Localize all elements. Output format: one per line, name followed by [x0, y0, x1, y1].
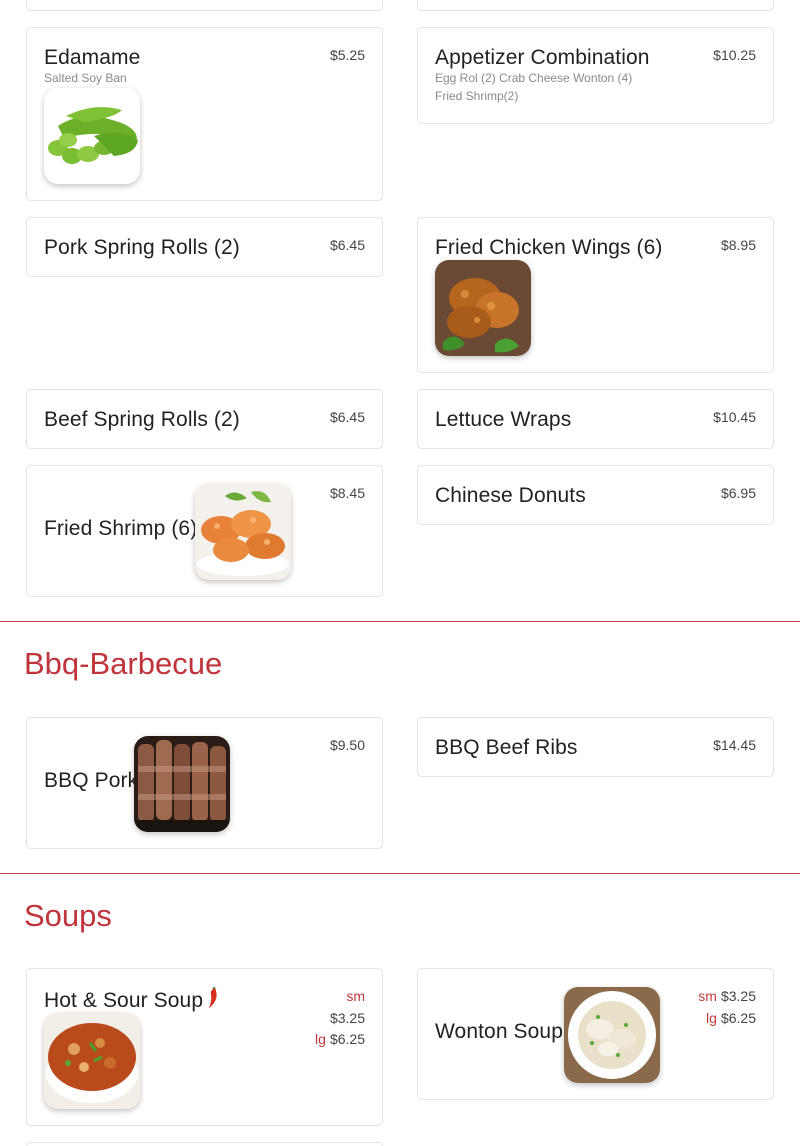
size-label-sm: sm: [698, 988, 717, 1004]
menu-item-bbq-beef-ribs[interactable]: BBQ Beef Ribs $14.45: [417, 717, 774, 777]
section-title-soups: Soups: [24, 898, 112, 933]
menu-item-pork-spring-rolls[interactable]: Pork Spring Rolls (2) $6.45: [26, 217, 383, 277]
item-price-lg: lg $6.25: [315, 1031, 365, 1047]
item-price: $10.45: [713, 409, 756, 425]
edamame-photo[interactable]: [44, 88, 140, 184]
item-price: $8.45: [329, 485, 365, 501]
menu-item-beef-spring-rolls[interactable]: Beef Spring Rolls (2) $6.45: [26, 389, 383, 449]
item-name: Pork Spring Rolls (2): [44, 236, 240, 259]
menu-item-bbq-pork[interactable]: BBQ Pork $9.50: [26, 717, 383, 849]
item-name: BBQ Pork: [44, 769, 139, 792]
menu-item-wonton-soup[interactable]: Wonton Soup sm $3.25 lg $6.25: [417, 968, 774, 1100]
menu-item-chinese-donuts[interactable]: Chinese Donuts $6.95: [417, 465, 774, 525]
item-price: $5.25: [329, 47, 365, 63]
item-name: Wonton Soup: [435, 1020, 563, 1043]
size-label-lg: lg: [706, 1010, 717, 1026]
menu-item-card-partial[interactable]: [417, 0, 774, 11]
menu-item-lettuce-wraps[interactable]: Lettuce Wraps $10.45: [417, 389, 774, 449]
size-label-sm: sm: [346, 988, 365, 1004]
item-name: Edamame: [44, 46, 141, 69]
item-price: $6.95: [720, 485, 756, 501]
item-price-sm: $3.25: [329, 1010, 365, 1026]
menu-item-card-partial[interactable]: [26, 0, 383, 11]
chicken-wings-photo[interactable]: [435, 260, 531, 356]
item-description: Salted Soy Ban: [44, 71, 127, 85]
item-price: $10.25: [713, 47, 756, 63]
section-divider: [0, 873, 800, 874]
menu-item-fried-shrimp[interactable]: Fried Shrimp (6) $8.45: [26, 465, 383, 597]
item-name: Lettuce Wraps: [435, 408, 572, 431]
menu-item-fried-chicken-wings[interactable]: Fried Chicken Wings (6) $8.95: [417, 217, 774, 373]
menu-item-hot-sour-soup[interactable]: Hot & Sour Soup sm $3.25 lg $6.25: [26, 968, 383, 1126]
chili-pepper-icon: [207, 986, 219, 1015]
item-description: Fried Shrimp(2): [435, 89, 519, 103]
item-price: $14.45: [713, 737, 756, 753]
section-divider: [0, 621, 800, 622]
bbq-pork-photo[interactable]: [134, 736, 230, 832]
size-label-lg: lg: [315, 1031, 326, 1047]
section-title-bbq: Bbq-Barbecue: [24, 646, 223, 681]
item-price: $8.95: [720, 237, 756, 253]
item-description: Egg Rol (2) Crab Cheese Wonton (4): [435, 71, 633, 85]
item-price-sm: sm $3.25: [698, 988, 756, 1004]
item-price-lg: lg $6.25: [706, 1010, 756, 1026]
item-name: BBQ Beef Ribs: [435, 736, 578, 759]
item-price: $6.45: [329, 409, 365, 425]
item-name: Beef Spring Rolls (2): [44, 408, 240, 431]
item-price: $9.50: [329, 737, 365, 753]
price-value: $6.25: [329, 1031, 365, 1047]
menu-item-appetizer-combination[interactable]: Appetizer Combination $10.25 Egg Rol (2)…: [417, 27, 774, 124]
menu-item-edamame[interactable]: Edamame $5.25 Salted Soy Ban: [26, 27, 383, 201]
price-value: $3.25: [720, 988, 756, 1004]
hot-sour-soup-photo[interactable]: [44, 1013, 140, 1109]
item-price: $6.45: [329, 237, 365, 253]
item-name: Chinese Donuts: [435, 484, 586, 507]
fried-shrimp-photo[interactable]: [195, 484, 291, 580]
item-name: Fried Shrimp (6): [44, 517, 198, 540]
item-name: Hot & Sour Soup: [44, 986, 219, 1015]
item-name-text: Hot & Sour Soup: [44, 989, 204, 1012]
item-name: Appetizer Combination: [435, 46, 650, 69]
menu-item-card-partial[interactable]: [26, 1142, 383, 1146]
wonton-soup-photo[interactable]: [564, 987, 660, 1083]
item-name: Fried Chicken Wings (6): [435, 236, 663, 259]
price-value: $6.25: [720, 1010, 756, 1026]
